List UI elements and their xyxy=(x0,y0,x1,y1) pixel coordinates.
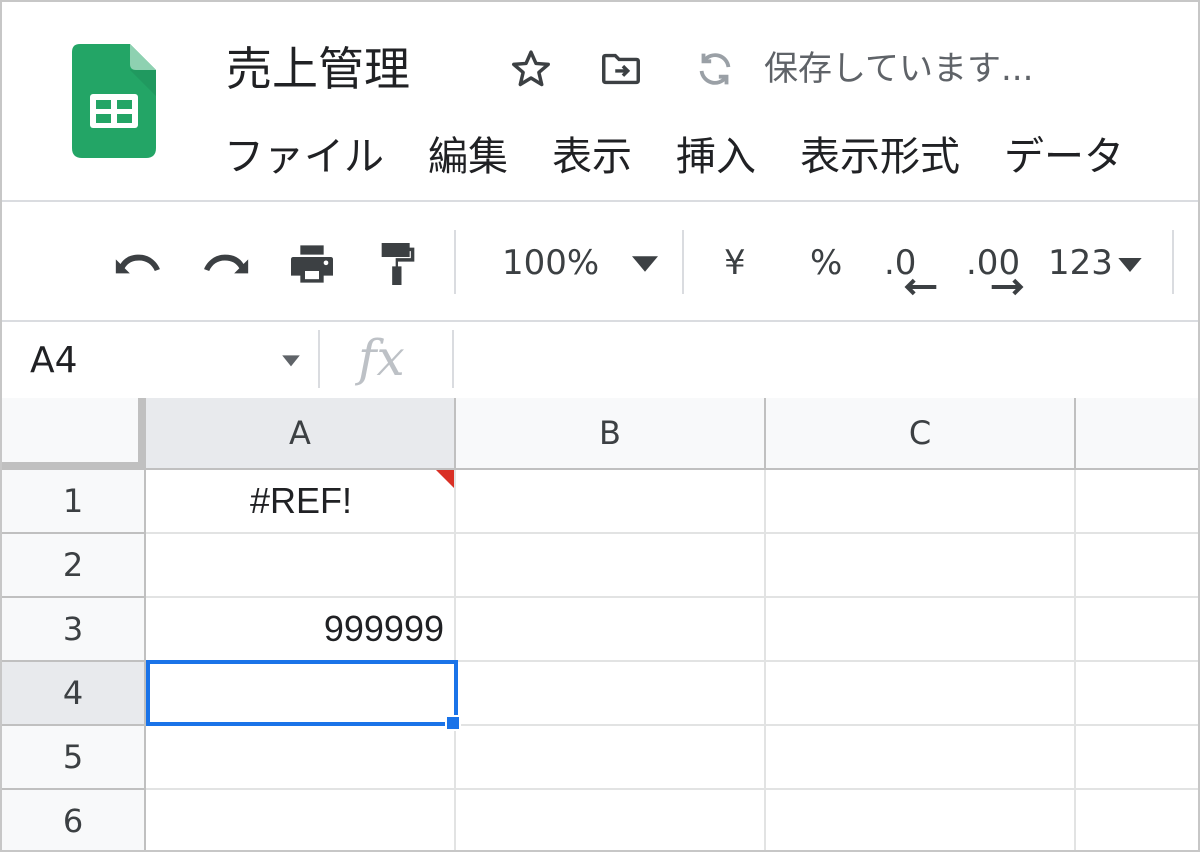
fx-icon: fx xyxy=(358,329,405,387)
cell-d1[interactable] xyxy=(1076,470,1198,534)
column-header-d[interactable] xyxy=(1076,398,1198,470)
column-header-b[interactable]: B xyxy=(456,398,766,470)
cell-c3[interactable] xyxy=(766,598,1076,662)
cell-a1[interactable]: #REF! xyxy=(146,470,456,534)
currency-format-button[interactable]: ¥ xyxy=(724,238,746,288)
name-box[interactable]: A4 xyxy=(30,332,78,390)
error-indicator[interactable] xyxy=(436,470,454,488)
toolbar-separator xyxy=(454,230,456,294)
formula-separator xyxy=(452,330,454,388)
document-title[interactable]: 売上管理 xyxy=(226,34,410,104)
formula-input[interactable] xyxy=(472,332,1172,390)
row-header-2[interactable]: 2 xyxy=(2,534,146,598)
row-header-5[interactable]: 5 xyxy=(2,726,146,790)
column-header-a[interactable]: A xyxy=(146,398,456,470)
cell-b2[interactable] xyxy=(456,534,766,598)
row-header-6[interactable]: 6 xyxy=(2,790,146,850)
cell-d2[interactable] xyxy=(1076,534,1198,598)
cell-a5[interactable] xyxy=(146,726,456,790)
menu-file[interactable]: ファイル xyxy=(224,126,384,188)
sync-icon xyxy=(699,53,731,85)
redo-icon[interactable] xyxy=(198,236,254,292)
more-formats-button[interactable]: 123 xyxy=(1048,238,1113,288)
spreadsheet-window: 売上管理 保存しています... ファイル 編集 表示 挿入 表示形式 データ 1… xyxy=(0,0,1200,852)
row-header-4[interactable]: 4 xyxy=(2,662,146,726)
folder-move-icon[interactable] xyxy=(598,46,644,92)
cell-c2[interactable] xyxy=(766,534,1076,598)
menu-edit[interactable]: 編集 xyxy=(428,126,508,188)
toolbar-separator xyxy=(1172,230,1174,294)
percent-format-button[interactable]: % xyxy=(810,238,842,288)
cell-b5[interactable] xyxy=(456,726,766,790)
fill-handle[interactable] xyxy=(445,715,461,731)
cell-d3[interactable] xyxy=(1076,598,1198,662)
zoom-dropdown-icon[interactable] xyxy=(632,256,658,272)
sheet-grid: A B C 1 2 3 4 5 6 #REF! 999999 xyxy=(2,398,1198,850)
cell-c6[interactable] xyxy=(766,790,1076,850)
more-formats-dropdown-icon[interactable] xyxy=(1118,258,1142,272)
select-all-corner[interactable] xyxy=(2,398,146,470)
arrow-right-icon xyxy=(991,278,1024,296)
menu-insert[interactable]: 挿入 xyxy=(676,126,756,188)
cell-a6[interactable] xyxy=(146,790,456,850)
arrow-left-icon xyxy=(904,278,937,296)
cell-d6[interactable] xyxy=(1076,790,1198,850)
cell-b3[interactable] xyxy=(456,598,766,662)
menu-data[interactable]: データ xyxy=(1004,126,1124,188)
cell-c5[interactable] xyxy=(766,726,1076,790)
cell-b4[interactable] xyxy=(456,662,766,726)
star-icon[interactable] xyxy=(508,46,554,92)
cell-d4[interactable] xyxy=(1076,662,1198,726)
menu-view[interactable]: 表示 xyxy=(552,126,632,188)
toolbar-separator xyxy=(682,230,684,294)
cell-b6[interactable] xyxy=(456,790,766,850)
row-header-1[interactable]: 1 xyxy=(2,470,146,534)
row-header-3[interactable]: 3 xyxy=(2,598,146,662)
zoom-select[interactable]: 100% xyxy=(502,238,599,288)
menu-bar: ファイル 編集 表示 挿入 表示形式 データ xyxy=(224,126,1168,188)
menu-format[interactable]: 表示形式 xyxy=(800,126,960,188)
cell-a3[interactable]: 999999 xyxy=(146,598,456,662)
cell-a3-value: 999999 xyxy=(323,608,444,649)
save-status: 保存しています... xyxy=(764,49,1034,89)
toolbar-divider xyxy=(2,320,1198,322)
header-divider xyxy=(2,200,1198,202)
cell-c4[interactable] xyxy=(766,662,1076,726)
formula-separator xyxy=(318,330,320,388)
cell-d5[interactable] xyxy=(1076,726,1198,790)
cell-b1[interactable] xyxy=(456,470,766,534)
sheets-logo-icon[interactable] xyxy=(72,44,156,158)
undo-icon[interactable] xyxy=(110,236,166,292)
column-header-c[interactable]: C xyxy=(766,398,1076,470)
cell-a1-value: #REF! xyxy=(249,480,353,521)
paint-format-icon[interactable] xyxy=(370,236,426,292)
cell-a4[interactable] xyxy=(146,662,456,726)
cell-a2[interactable] xyxy=(146,534,456,598)
cell-c1[interactable] xyxy=(766,470,1076,534)
name-box-dropdown-icon[interactable] xyxy=(280,352,302,372)
print-icon[interactable] xyxy=(284,236,340,292)
